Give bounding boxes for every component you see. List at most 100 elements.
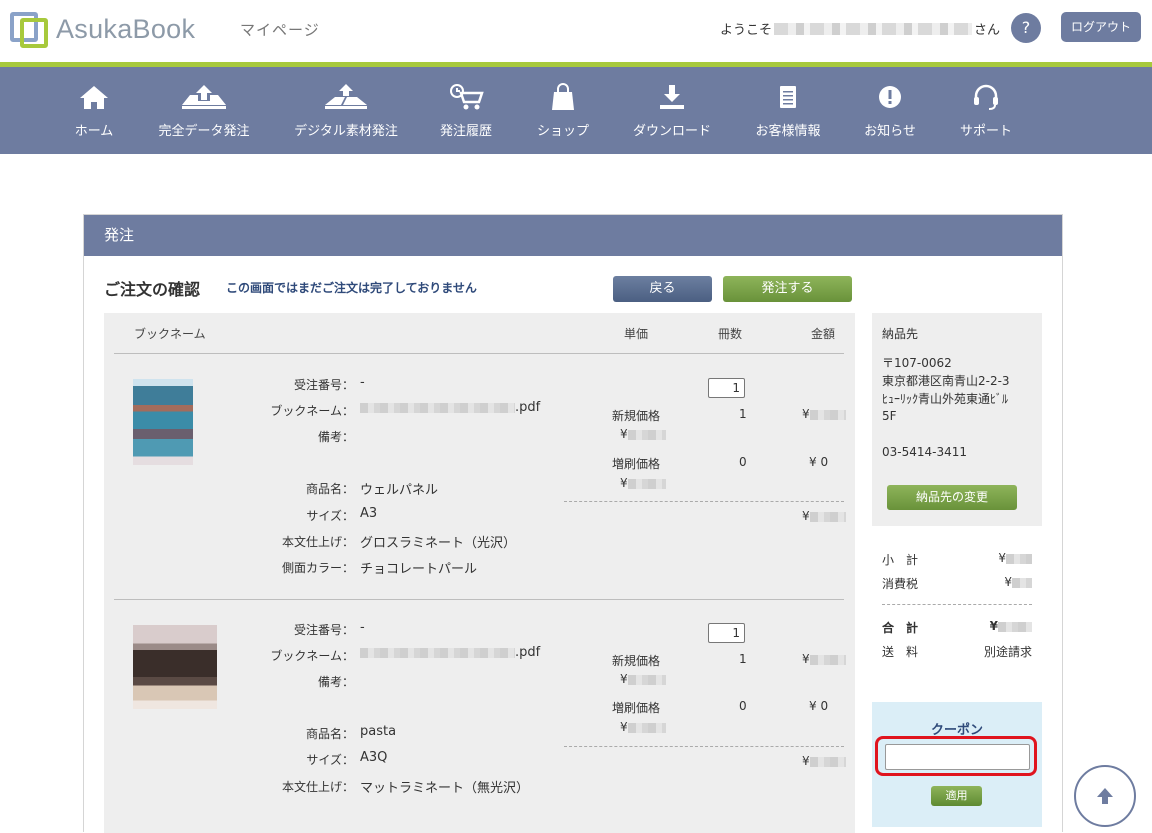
book-thumbnail [133,379,193,465]
shipping-address-line2: ﾋｭｰﾘｯｸ青山外苑東通ﾋﾞﾙ [882,392,1009,406]
nav-item-home[interactable]: ホーム [62,67,126,154]
back-button[interactable]: 戻る [613,276,712,302]
size-value: A3Q [360,750,388,765]
redacted-tax [1012,577,1032,588]
nav-item-digital-material-order[interactable]: デジタル素材発注 [286,67,406,154]
coupon-input-highlight [875,736,1037,776]
product-label: 商品名： [305,482,354,496]
quantity-input[interactable]: 1 [708,623,745,643]
yen-sign: ¥ [620,476,628,490]
book-name-value: .pdf [360,645,540,660]
book-name-label: ブックネーム： [270,649,354,663]
reprint-price-label: 増刷価格 [612,701,661,715]
book-name-ext: .pdf [515,400,541,415]
redacted-user-name [774,22,973,35]
shipping-address-line3: 5F [882,409,897,423]
note-label: 備考： [317,430,354,444]
top-header: AsukaBook マイページ ようこそ さん ? ログアウト [0,0,1152,62]
nav-item-download[interactable]: ダウンロード [624,67,720,154]
subtotal-value: ¥ [998,551,1032,565]
side-color-value: チョコレートパール [360,562,478,577]
reprint-price-label: 増刷価格 [612,457,661,471]
finish-label: 本文仕上げ： [281,535,354,549]
asukabook-logo[interactable]: AsukaBook [10,9,195,49]
tax-label: 消費税 [882,577,919,591]
help-button[interactable]: ? [1011,13,1041,43]
reprint-price-value: ¥ [620,476,666,490]
nav-item-support[interactable]: サポート [954,67,1018,154]
reprint-count: 0 [739,699,747,713]
redacted-book-name [360,402,515,413]
item-divider [114,599,844,600]
order-not-complete-note: この画面ではまだご注文は完了しておりません [226,281,477,295]
reprint-amount: ¥ 0 [809,455,829,469]
tax-value: ¥ [1004,575,1032,589]
place-order-button[interactable]: 発注する [723,276,852,302]
new-price-value: ¥ [620,427,666,441]
yen-sign: ¥ [1004,575,1012,589]
shopping-bag-icon [552,83,574,110]
panel-title: 発注 [84,215,1062,256]
home-icon [80,86,108,109]
size-label: サイズ： [306,509,354,523]
yen-sign: ¥ [620,720,628,734]
column-header-unit-price: 単価 [624,327,649,341]
logout-button[interactable]: ログアウト [1061,12,1141,42]
redacted-price [627,674,666,685]
redacted-price [627,429,666,440]
row-divider [564,746,844,747]
total-label: 合 計 [882,621,919,635]
change-shipping-button[interactable]: 納品先の変更 [887,485,1017,510]
column-header-count: 冊数 [718,327,743,341]
redacted-price [627,478,666,489]
product-value: pasta [360,724,397,739]
finish-value: マットラミネート（無光沢） [360,781,530,796]
cart-history-icon [450,84,484,110]
order-number-value: - [360,375,365,390]
apply-coupon-button[interactable]: 適用 [931,786,982,806]
nav-label-digital-material-order: デジタル素材発注 [294,124,398,139]
nav-label-customer-info: お客様情報 [755,124,821,139]
yen-sign: ¥ [998,551,1006,565]
order-confirmation-title: ご注文の確認 [104,280,201,299]
new-amount: ¥ [802,652,846,666]
quantity-input[interactable]: 1 [708,378,745,398]
order-panel: 発注 ご注文の確認 この画面ではまだご注文は完了しておりません 戻る 発注する … [83,214,1063,833]
header-divider [114,353,844,354]
yen-sign: ¥ [802,509,810,523]
nav-label-shop: ショップ [536,124,589,139]
redacted-amount [809,654,846,665]
welcome-message: ようこそ さん [720,19,1000,38]
yen-sign: ¥ [802,407,810,421]
exclamation-icon [879,86,901,108]
digital-upload-icon [325,84,367,109]
logo-text: AsukaBook [56,13,196,44]
order-number-value: - [360,620,365,635]
upload-tray-icon [182,85,226,109]
nav-item-shop[interactable]: ショップ [530,67,596,154]
redacted-price [627,722,666,733]
document-icon [780,86,796,108]
nav-item-order-history[interactable]: 発注履歴 [433,67,499,154]
redacted-subtotal [1006,553,1032,564]
nav-label-support: サポート [959,124,1012,139]
nav-item-news[interactable]: お知らせ [858,67,922,154]
product-value: ウェルパネル [360,483,439,498]
column-header-amount: 金額 [811,327,836,341]
welcome-prefix: ようこそ [720,23,773,38]
finish-label: 本文仕上げ： [281,780,354,794]
nav-item-customer-info[interactable]: お客様情報 [748,67,828,154]
new-price-label: 新規価格 [612,409,661,423]
order-items-table: ブックネーム 単価 冊数 金額 受注番号： - ブックネーム： .pdf 備考：… [104,313,855,833]
redacted-total [809,756,846,767]
scroll-to-top-button[interactable] [1074,765,1136,827]
nav-item-full-data-order[interactable]: 完全データ発注 [150,67,258,154]
shipping-phone: 03-5414-3411 [882,445,968,459]
shipping-fee-value: 別途請求 [983,645,1032,659]
reprint-count: 0 [739,455,747,469]
yen-sign: ¥ [620,672,628,686]
row-total: ¥ [802,754,846,768]
headset-icon [974,84,998,110]
row-divider [564,501,844,502]
reprint-amount: ¥ 0 [809,699,829,713]
